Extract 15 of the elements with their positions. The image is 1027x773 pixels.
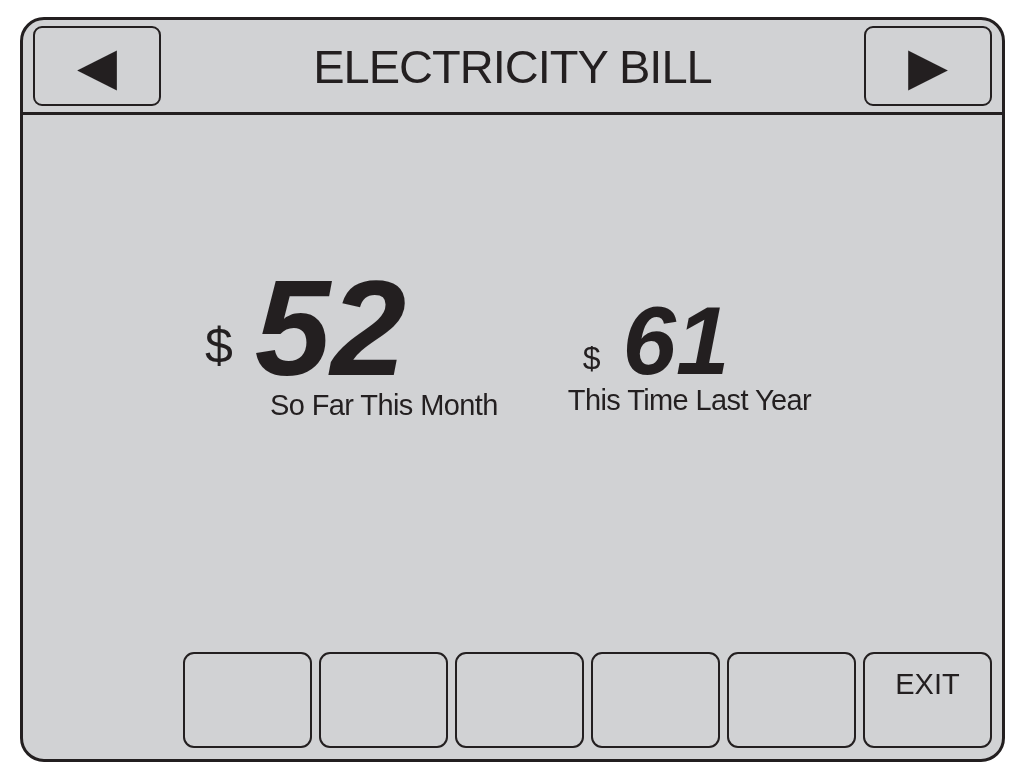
amount-value: 52 (254, 267, 407, 390)
currency-sign: $ (205, 321, 233, 372)
currency-sign: $ (582, 342, 601, 375)
blank-softkey[interactable] (727, 652, 856, 748)
blank-softkey[interactable] (591, 652, 720, 748)
reading-label: This Time Last Year (567, 386, 812, 416)
blank-softkey[interactable] (455, 652, 584, 748)
amount-value: 61 (622, 298, 730, 385)
screen-title: ELECTRICITY BILL (313, 38, 712, 94)
previous-button[interactable]: ◀ (33, 26, 161, 106)
blank-softkey[interactable] (319, 652, 448, 748)
next-button[interactable]: ▶ (864, 26, 992, 106)
exit-button[interactable]: EXIT (863, 652, 992, 748)
reading-label: So Far This Month (270, 391, 498, 421)
blank-softkey[interactable] (183, 652, 312, 748)
